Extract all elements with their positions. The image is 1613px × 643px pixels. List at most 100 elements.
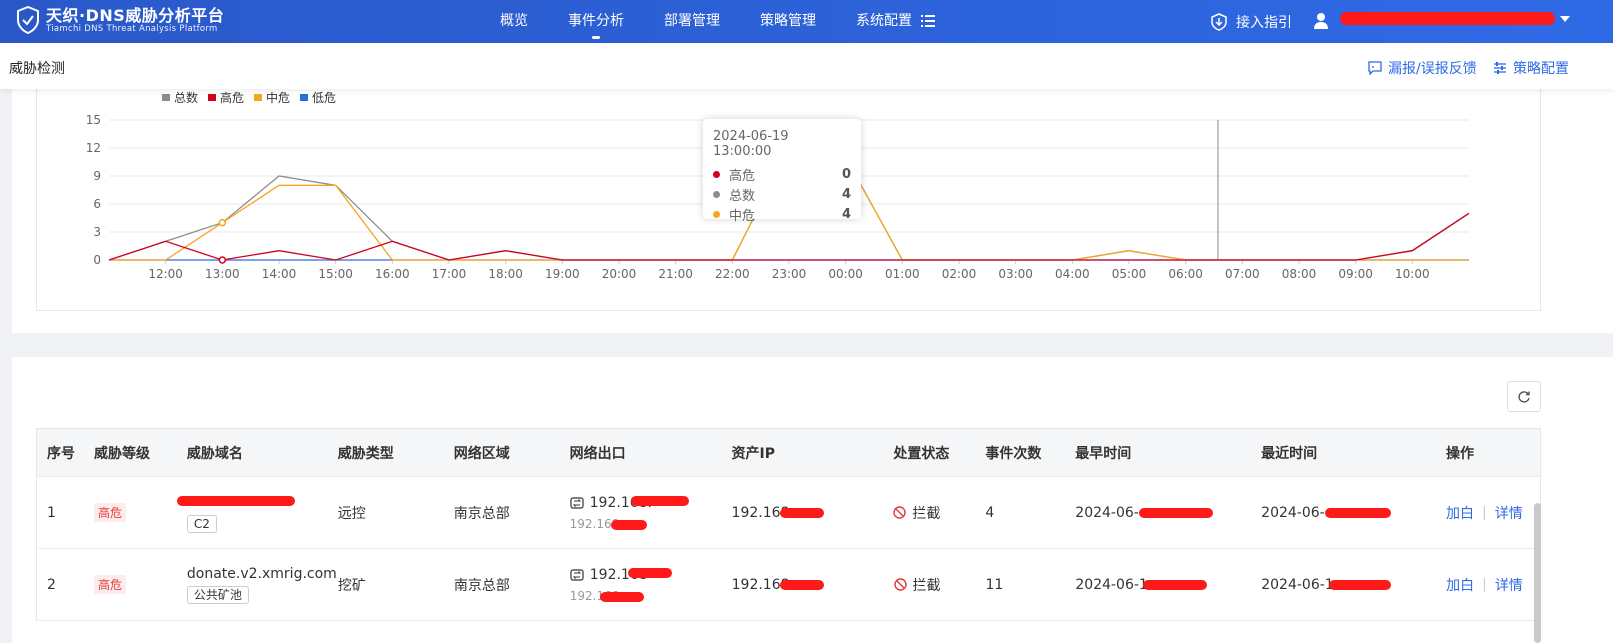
table-header: 序号 威胁等级 威胁域名 威胁类型 网络区域 网络出口 资产IP 处置状态 事件… [37, 429, 1540, 477]
nav-policy[interactable]: 策略管理 [760, 0, 816, 43]
access-guide-link[interactable]: 接入指引 [1210, 0, 1292, 43]
x-tick-label: 02:00 [942, 267, 977, 281]
x-tick-label: 07:00 [1225, 267, 1260, 281]
redaction-mark [630, 496, 689, 506]
status-cell: 拦截 [883, 477, 975, 548]
tooltip-row-high: 高危 0 [713, 164, 851, 184]
highlight-point-medium [218, 218, 227, 227]
legend-swatch [208, 94, 217, 101]
tooltip-label: 高危 [729, 168, 756, 184]
x-tick-label: 20:00 [602, 267, 637, 281]
status-line: 拦截 [893, 503, 975, 523]
tooltip-label: 中危 [729, 208, 756, 224]
nav-event-analysis[interactable]: 事件分析 [568, 0, 624, 43]
event-count: 4 [985, 504, 995, 521]
row-index: 2 [47, 576, 56, 593]
level-cell: 高危 [84, 477, 177, 548]
domain-cell: donate.v2.xmrig.com 公共矿池 [177, 549, 337, 620]
legend-swatch [162, 94, 170, 101]
legend-swatch [254, 94, 263, 101]
chart-container: 总数 高危 中危 低危 0 3 6 9 12 15 12:00 13:00 14:00 15:00… [36, 89, 1541, 311]
col-header-last-time: 最近时间 [1261, 445, 1318, 462]
y-tick-label: 12 [86, 141, 101, 155]
threat-type: 挖矿 [337, 577, 366, 594]
x-tick-label: 00:00 [828, 267, 863, 281]
legend-item-low[interactable]: 低危 [300, 89, 336, 106]
legend-swatch [300, 94, 309, 101]
user-icon[interactable] [1313, 12, 1329, 30]
table-row[interactable]: 1 高危 C2 远控 南京总部 192.168. 192.168 192.168… [37, 477, 1540, 549]
domain-cell: C2 [176, 477, 328, 548]
nav-overview[interactable]: 概览 [500, 0, 528, 43]
policy-config-label: 策略配置 [1513, 61, 1569, 77]
legend-label: 中危 [266, 91, 291, 105]
nav-system-config[interactable]: 系统配置 [856, 0, 912, 43]
x-tick-label: 05:00 [1112, 267, 1147, 281]
top-bar: 天织·DNS威胁分析平台 Tiamchi DNS Threat Analysis… [0, 0, 1613, 43]
x-tick-label: 01:00 [885, 267, 920, 281]
chart-legend: 总数 高危 中危 低危 [162, 89, 346, 106]
tooltip-title: 2024-06-19 13:00:00 [713, 129, 789, 159]
tooltip-value: 0 [841, 166, 851, 182]
user-name-redacted[interactable] [1340, 12, 1555, 25]
col-header-actions: 操作 [1446, 445, 1475, 462]
redaction-mark [1325, 508, 1392, 518]
x-tick-label: 03:00 [998, 267, 1033, 281]
row-index: 1 [47, 504, 56, 521]
domain-text[interactable]: donate.v2.xmrig.com [187, 566, 337, 582]
policy-config-button[interactable]: 策略配置 [1493, 58, 1569, 78]
x-tick-label: 14:00 [262, 267, 297, 281]
tooltip-dot [713, 190, 720, 198]
network-region: 南京总部 [453, 505, 510, 522]
detail-link[interactable]: 详情 [1495, 503, 1523, 523]
status-line: 拦截 [893, 575, 976, 595]
y-tick-label: 0 [93, 253, 101, 267]
legend-item-medium[interactable]: 中危 [254, 89, 290, 106]
download-shield-icon [1211, 12, 1227, 31]
last-time-cell: 2024-06-1 [1251, 549, 1436, 620]
redaction-mark [599, 592, 644, 602]
redaction-mark [779, 508, 824, 518]
feedback-button[interactable]: 漏报/误报反馈 [1368, 58, 1477, 78]
list-menu-icon[interactable] [921, 14, 935, 28]
whitelist-link[interactable]: 加白 [1446, 575, 1474, 595]
y-tick-label: 15 [86, 113, 101, 127]
refresh-button[interactable] [1507, 381, 1541, 412]
redaction-mark [1143, 580, 1208, 590]
redaction-mark [627, 568, 672, 578]
trend-chart-card: 总数 高危 中危 低危 0 3 6 9 12 15 12:00 13:00 14:00 15:00… [12, 89, 1613, 333]
table-row[interactable]: 2 高危 donate.v2.xmrig.com 公共矿池 挖矿 南京总部 19… [37, 549, 1540, 621]
y-tick-label: 6 [93, 197, 101, 211]
legend-item-total[interactable]: 总数 [162, 89, 198, 106]
app-title: 天织·DNS威胁分析平台 [46, 5, 225, 25]
nav-deployment[interactable]: 部署管理 [664, 0, 720, 43]
app-logo[interactable]: 天织·DNS威胁分析平台 Tiamchi DNS Threat Analysis… [16, 6, 224, 34]
access-guide-label: 接入指引 [1236, 14, 1292, 31]
col-header-count: 事件次数 [985, 445, 1042, 462]
x-tick-label: 09:00 [1338, 267, 1373, 281]
threat-level-badge: 高危 [93, 575, 126, 594]
domain-tag: 公共矿池 [186, 585, 249, 604]
y-tick-label: 3 [93, 225, 101, 239]
x-tick-label: 22:00 [715, 267, 750, 281]
user-caret-icon[interactable] [1560, 16, 1570, 22]
x-tick-label: 18:00 [488, 267, 523, 281]
col-header-asset-ip: 资产IP [731, 445, 776, 462]
row-actions: 加白 | 详情 [1446, 575, 1540, 595]
col-header-index: 序号 [47, 445, 75, 462]
first-time-cell: 2024-06-1 [1065, 549, 1251, 620]
x-tick-label: 10:00 [1395, 267, 1430, 281]
x-tick-label: 04:00 [1055, 267, 1090, 281]
asset-ip-cell: 192.168. [722, 477, 884, 548]
detail-link[interactable]: 详情 [1495, 575, 1523, 595]
col-header-first-time: 最早时间 [1075, 445, 1132, 462]
feedback-label: 漏报/误报反馈 [1388, 61, 1477, 77]
refresh-icon [1518, 390, 1530, 403]
legend-item-high[interactable]: 高危 [208, 89, 244, 106]
whitelist-link[interactable]: 加白 [1446, 503, 1474, 523]
col-header-type: 威胁类型 [337, 445, 394, 462]
block-icon [893, 506, 907, 519]
highlight-point-high [218, 256, 227, 264]
table-scrollbar[interactable] [1534, 503, 1541, 643]
x-tick-label: 16:00 [375, 267, 410, 281]
